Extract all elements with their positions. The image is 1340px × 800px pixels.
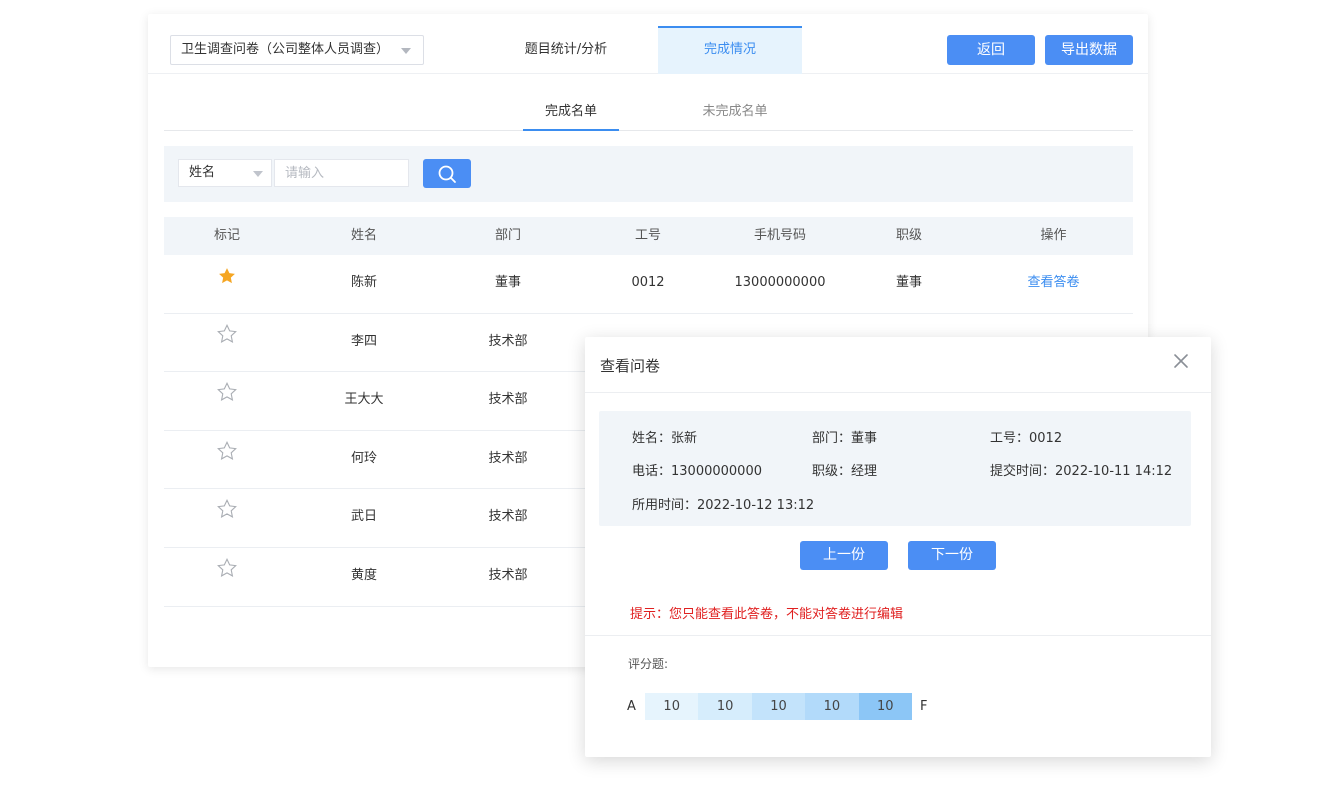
col-header-action: 操作 [1040, 228, 1067, 243]
modal-title: 查看问卷 [600, 357, 661, 375]
survey-select-value: 卫生调查问卷（公司整体人员调查） [181, 42, 390, 57]
view-answer-modal: 查看问卷 姓名：张新 部门：董事 工号：0012 电话：13000000000 … [585, 337, 1211, 757]
cell-dept: 技术部 [488, 509, 528, 525]
scale-cell: 10 [858, 693, 912, 720]
cell-phone: 13000000000 [734, 275, 826, 290]
export-data-button[interactable]: 导出数据 [1045, 35, 1133, 65]
scale-cell: 10 [751, 693, 806, 720]
col-header-mark: 标记 [213, 228, 240, 243]
cell-dept: 董事 [494, 275, 521, 290]
search-input[interactable] [274, 159, 409, 187]
scale-cell: 10 [805, 693, 859, 720]
star-outline-icon[interactable] [216, 314, 238, 370]
info-id: 工号：0012 [990, 431, 1063, 446]
star-outline-icon[interactable] [216, 372, 238, 428]
cell-id: 0012 [631, 275, 665, 290]
tab-statistics[interactable]: 题目统计/分析 [498, 26, 634, 74]
cell-dept: 技术部 [488, 392, 528, 408]
cell-dept: 技术部 [488, 333, 528, 349]
subtab-uncompleted[interactable]: 未完成名单 [687, 100, 783, 119]
prev-answer-button[interactable]: 上一份 [800, 541, 888, 570]
search-button[interactable] [423, 159, 471, 188]
search-icon [438, 165, 456, 183]
chevron-down-icon [401, 48, 411, 54]
readonly-tip: 提示：您只能查看此答卷，不能对答卷进行编辑 [630, 607, 904, 622]
info-used-time: 所用时间：2022-10-12 13:12 [632, 498, 815, 513]
cell-dept: 技术部 [488, 567, 528, 583]
top-bar: 卫生调查问卷（公司整体人员调查） 题目统计/分析 完成情况 返回 导出数据 [148, 14, 1148, 74]
cell-name: 李四 [350, 333, 377, 349]
col-header-level: 职级 [895, 228, 922, 243]
info-dept: 部门：董事 [812, 431, 878, 446]
cell-name: 黄度 [350, 567, 377, 583]
info-submit-time: 提交时间：2022-10-11 14:12 [990, 464, 1173, 479]
cell-dept: 技术部 [488, 450, 528, 466]
cell-name: 陈新 [350, 275, 377, 290]
next-answer-button[interactable]: 下一份 [908, 541, 996, 570]
info-name: 姓名：张新 [632, 431, 698, 446]
chevron-down-icon [253, 171, 263, 177]
list-subtabs: 完成名单 未完成名单 [164, 90, 1133, 131]
cell-level: 董事 [895, 275, 922, 290]
scale-end-label: F [920, 699, 928, 714]
star-outline-icon[interactable] [216, 489, 238, 545]
close-icon[interactable] [1173, 353, 1189, 369]
star-filled-icon[interactable] [217, 255, 237, 311]
back-button[interactable]: 返回 [947, 35, 1035, 65]
info-phone: 电话：13000000000 [632, 464, 762, 479]
scale-cell: 10 [698, 693, 752, 720]
col-header-dept: 部门 [494, 228, 521, 243]
filter-bar: 姓名 [164, 146, 1133, 202]
star-outline-icon[interactable] [216, 548, 238, 604]
divider [585, 635, 1211, 636]
col-header-id: 工号 [634, 228, 661, 243]
view-answer-link[interactable]: 查看答卷 [974, 255, 1133, 311]
respondent-info: 姓名：张新 部门：董事 工号：0012 电话：13000000000 职级：经理… [599, 411, 1191, 526]
star-outline-icon[interactable] [216, 431, 238, 487]
col-header-name: 姓名 [350, 228, 377, 243]
modal-header: 查看问卷 [585, 337, 1211, 393]
survey-select[interactable]: 卫生调查问卷（公司整体人员调查） [170, 35, 424, 65]
scale-start-label: A [627, 699, 636, 714]
cell-name: 王大大 [344, 392, 384, 408]
info-level: 职级：经理 [812, 464, 878, 479]
tab-completion[interactable]: 完成情况 [658, 26, 802, 74]
cell-name: 武日 [350, 509, 377, 525]
cell-name: 何玲 [350, 450, 377, 466]
subtab-completed[interactable]: 完成名单 [523, 100, 619, 131]
table-row: 陈新 董事 0012 13000000000 董事 查看答卷 [164, 255, 1133, 314]
filter-field-select[interactable]: 姓名 [178, 159, 272, 187]
scale-cell: 10 [645, 693, 699, 720]
score-question-label: 评分题: [628, 657, 669, 671]
table-header: 标记 姓名 部门 工号 手机号码 职级 操作 [164, 217, 1133, 255]
filter-field-value: 姓名 [189, 165, 216, 180]
col-header-phone: 手机号码 [753, 228, 806, 243]
